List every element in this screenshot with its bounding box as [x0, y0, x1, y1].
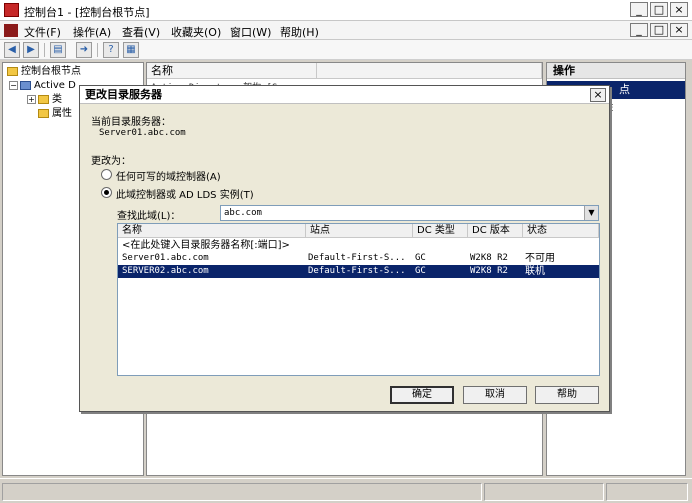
title-bar: 控制台1 - [控制台根节点] _ □ × [0, 0, 692, 21]
cell-dc-version: W2K8 R2 [470, 266, 508, 276]
tree-item-classes[interactable]: + 类 [27, 93, 62, 107]
cell-name: SERVER02.abc.com [122, 266, 209, 276]
status-cell [606, 483, 688, 501]
menu-help[interactable]: 帮助(H) [280, 24, 319, 40]
cell-site: Default-First-S... [308, 266, 406, 276]
help-button[interactable]: 帮助 [535, 386, 599, 404]
current-server-value: Server01.abc.com [99, 128, 186, 138]
option-any-writable-dc-label[interactable]: 任何可写的域控制器(A) [116, 168, 221, 183]
list-item-server01[interactable]: Server01.abc.com Default-First-S... GC W… [118, 252, 599, 265]
export-icon[interactable]: ➜ [76, 42, 92, 58]
menu-window[interactable]: 窗口(W) [230, 24, 271, 40]
schema-icon [20, 80, 31, 90]
list-header-name[interactable]: 名称 [118, 224, 306, 238]
child-close-button[interactable]: × [670, 23, 688, 37]
menu-file[interactable]: 文件(F) [24, 24, 61, 40]
server-list: 名称 站点 DC 类型 DC 版本 状态 <在此处键入目录服务器名称[:端口]>… [117, 223, 600, 376]
folder-icon [38, 108, 49, 118]
minimize-button[interactable]: _ [630, 2, 648, 17]
maximize-button[interactable]: □ [650, 2, 668, 17]
option-this-dc-radio[interactable] [101, 187, 112, 198]
list-item-enter-server[interactable]: <在此处键入目录服务器名称[:端口]> [118, 239, 599, 252]
menu-bar: 文件(F) 操作(A) 查看(V) 收藏夹(O) 窗口(W) 帮助(H) _ □… [0, 21, 692, 40]
folder-icon [38, 94, 49, 104]
child-minimize-button[interactable]: _ [630, 23, 648, 37]
menu-favorites[interactable]: 收藏夹(O) [171, 24, 221, 40]
forward-icon[interactable]: ▶ [23, 42, 39, 58]
current-server-label: 当前目录服务器： [91, 117, 171, 128]
cell-status: 不可用 [525, 253, 555, 264]
column-header-name[interactable]: 名称 [147, 63, 317, 79]
menu-view[interactable]: 查看(V) [122, 24, 160, 40]
menu-action[interactable]: 操作(A) [73, 24, 111, 40]
lookin-domain-value: abc.com [224, 208, 262, 218]
toolbar-separator [44, 43, 45, 57]
cell-dc-type: GC [415, 266, 426, 276]
list-header-dc-type[interactable]: DC 类型 [413, 224, 468, 238]
window-title: 控制台1 - [控制台根节点] [24, 6, 150, 19]
mmc-app-icon [4, 3, 19, 17]
tree-root[interactable]: 控制台根节点 [7, 65, 81, 79]
tree-item-attributes[interactable]: 属性 [38, 107, 72, 121]
column-header-blank[interactable] [317, 63, 542, 79]
cell-dc-version: W2K8 R2 [470, 253, 508, 263]
child-restore-button[interactable]: □ [650, 23, 668, 37]
status-bar [0, 478, 692, 503]
folder-icon [7, 66, 18, 76]
ok-button[interactable]: 确定 [390, 386, 454, 404]
expand-icon[interactable]: + [27, 94, 36, 104]
option-this-dc-label[interactable]: 此域控制器或 AD LDS 实例(T) [116, 186, 254, 201]
list-item-server02[interactable]: SERVER02.abc.com Default-First-S... GC W… [118, 265, 599, 278]
cell-dc-type: GC [415, 253, 426, 263]
dialog-title: 更改目录服务器 [80, 86, 609, 104]
list-header-status[interactable]: 状态 [523, 224, 599, 238]
lookin-domain-label: 查找此域(L)： [117, 211, 181, 222]
toolbar: ◀ ▶ ▤ ➜ ? ▦ [0, 40, 692, 60]
list-header-dc-version[interactable]: DC 版本 [468, 224, 523, 238]
cell-status: 联机 [525, 266, 545, 277]
status-cell [2, 483, 482, 501]
properties-icon[interactable]: ▦ [123, 42, 139, 58]
change-directory-server-dialog: 更改目录服务器 × 当前目录服务器： Server01.abc.com 更改为：… [79, 85, 610, 412]
help-icon[interactable]: ? [103, 42, 119, 58]
lookin-domain-select[interactable]: abc.com ▼ [220, 205, 599, 221]
cell-site: Default-First-S... [308, 253, 406, 263]
option-any-writable-dc-radio[interactable] [101, 169, 112, 180]
actions-header: 操作 [547, 63, 685, 79]
change-to-label: 更改为： [91, 156, 131, 167]
chevron-down-icon[interactable]: ▼ [584, 206, 598, 220]
show-tree-icon[interactable]: ▤ [50, 42, 66, 58]
console-icon[interactable] [4, 24, 18, 37]
cancel-button[interactable]: 取消 [463, 386, 527, 404]
close-button[interactable]: × [670, 2, 688, 17]
toolbar-separator [97, 43, 98, 57]
cell-name: Server01.abc.com [122, 253, 209, 263]
cell-name: <在此处键入目录服务器名称[:端口]> [122, 240, 290, 251]
list-header-site[interactable]: 站点 [306, 224, 413, 238]
collapse-icon[interactable]: − [9, 80, 18, 90]
status-cell [484, 483, 604, 501]
back-icon[interactable]: ◀ [4, 42, 20, 58]
dialog-close-button[interactable]: × [590, 88, 606, 102]
tree-schema-node[interactable]: − Active D [9, 79, 76, 93]
